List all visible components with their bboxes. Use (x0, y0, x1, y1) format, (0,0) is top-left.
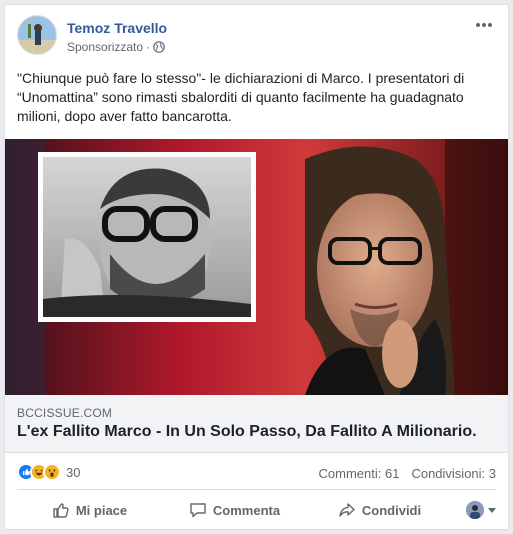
reactions-summary[interactable]: 30 (17, 463, 80, 481)
post-actions: Mi piace Commenta Condividi (17, 493, 496, 527)
share-icon (339, 503, 355, 517)
more-options-icon[interactable] (472, 17, 496, 33)
link-preview[interactable]: BCCISSUE.COM L'ex Fallito Marco - In Un … (5, 395, 508, 453)
post-stats: 30 Commenti: 61 Condivisioni: 3 (17, 461, 496, 483)
post-as-selector[interactable] (452, 501, 496, 519)
post-header: Temoz Travello Sponsorizzato · (17, 15, 496, 59)
actions-divider (17, 489, 496, 490)
author-name[interactable]: Temoz Travello (67, 20, 167, 36)
chevron-down-icon (488, 507, 496, 513)
comment-button[interactable]: Commenta (162, 494, 307, 526)
reaction-count: 30 (66, 464, 81, 480)
comment-icon (190, 503, 206, 518)
author-avatar[interactable] (17, 15, 57, 55)
link-domain: BCCISSUE.COM (17, 406, 113, 420)
shares-count[interactable]: Condivisioni: 3 (411, 466, 496, 481)
wow-icon (43, 463, 61, 481)
comment-label: Commenta (212, 502, 281, 518)
post-meta: Sponsorizzato · (67, 40, 165, 54)
engagement-counts: Commenti: 61 Condivisioni: 3 (319, 466, 496, 481)
post-card: Temoz Travello Sponsorizzato · "Chiunque… (4, 4, 509, 530)
sponsored-label[interactable]: Sponsorizzato (67, 40, 143, 54)
globe-icon (153, 41, 165, 53)
comments-count[interactable]: Commenti: 61 (319, 466, 400, 481)
meta-separator: · (146, 40, 151, 54)
post-text: "Chiunque può fare lo stesso"- le dichia… (17, 70, 465, 124)
like-button[interactable]: Mi piace (17, 494, 162, 526)
like-label: Mi piace (75, 502, 128, 518)
share-button[interactable]: Condividi (307, 494, 452, 526)
share-label: Condividi (361, 502, 422, 518)
viewer-avatar (466, 501, 484, 519)
post-image[interactable] (5, 139, 508, 395)
thumbs-up-icon (53, 503, 69, 518)
link-title[interactable]: L'ex Fallito Marco - In Un Solo Passo, D… (17, 423, 477, 441)
